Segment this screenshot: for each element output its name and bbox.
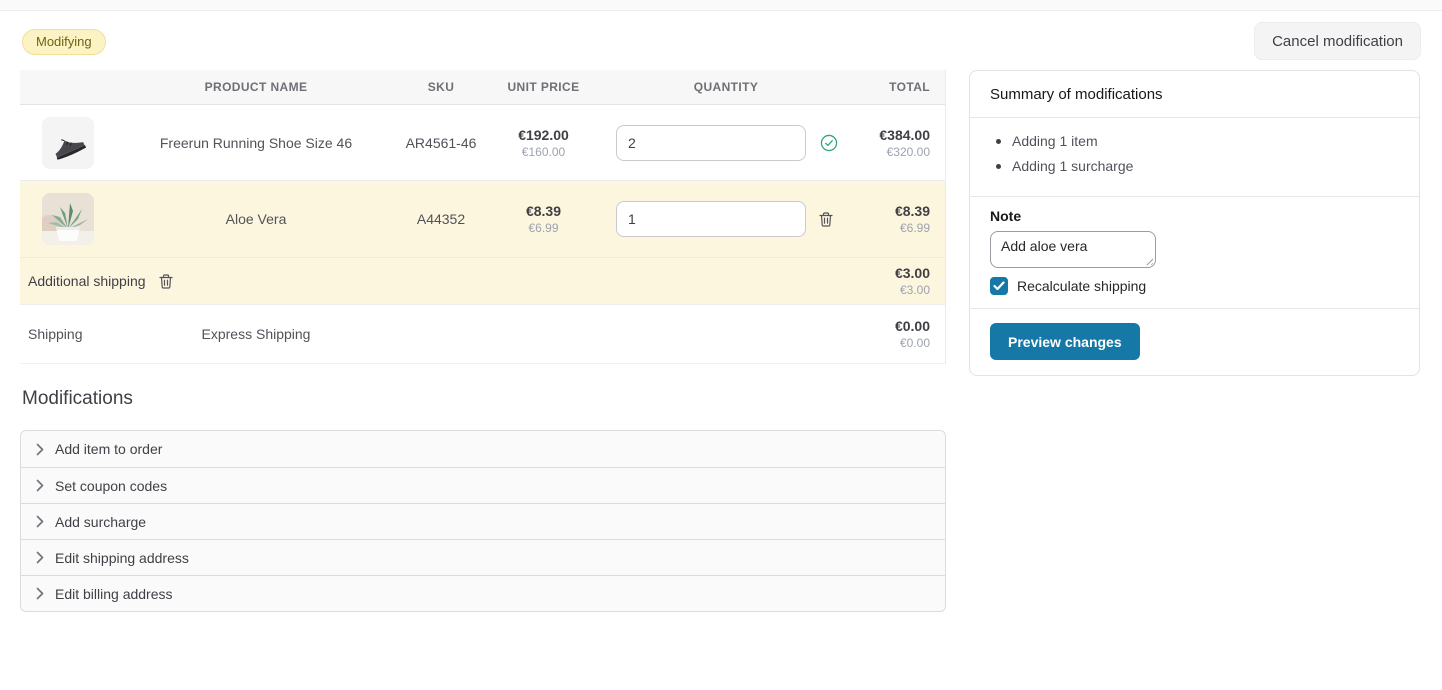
shipping-label: Shipping [20, 326, 116, 342]
status-badge: Modifying [22, 29, 106, 55]
summary-title: Summary of modifications [970, 71, 1419, 118]
accordion-edit-shipping-address[interactable]: Edit shipping address [21, 539, 945, 575]
surcharge-total-gross: €3.00 [895, 265, 930, 281]
surcharge-label: Additional shipping [28, 273, 146, 289]
table-header-row: PRODUCT NAME SKU UNIT PRICE QUANTITY TOT… [20, 70, 945, 105]
surcharge-total-net: €3.00 [900, 283, 930, 297]
summary-bullet: Adding 1 item [990, 133, 1399, 149]
accordion-label: Set coupon codes [55, 478, 167, 494]
shipping-total-net: €0.00 [900, 336, 930, 350]
modifications-title: Modifications [22, 388, 133, 410]
product-sku: AR4561-46 [396, 135, 486, 151]
product-sku: A44352 [396, 211, 486, 227]
column-quantity: QUANTITY [601, 80, 851, 94]
recalculate-shipping-option[interactable]: Recalculate shipping [990, 277, 1399, 295]
chevron-right-icon [36, 551, 44, 564]
checkmark-icon [993, 281, 1005, 291]
delete-surcharge-button[interactable] [156, 271, 176, 292]
accordion-label: Add item to order [55, 441, 162, 457]
trash-icon [158, 273, 174, 290]
accordion-add-surcharge[interactable]: Add surcharge [21, 503, 945, 539]
accordion-label: Add surcharge [55, 514, 146, 530]
quantity-input[interactable] [616, 125, 806, 161]
note-textarea[interactable]: Add aloe vera [990, 231, 1156, 268]
unit-price-gross: €8.39 [486, 203, 601, 219]
accordion-coupon-codes[interactable]: Set coupon codes [21, 467, 945, 503]
recalculate-shipping-checkbox[interactable] [990, 277, 1008, 295]
shipping-total-gross: €0.00 [895, 318, 930, 334]
line-total-gross: €8.39 [895, 203, 930, 219]
quantity-input[interactable] [616, 201, 806, 237]
shipping-row: Shipping Express Shipping €0.00 €0.00 [20, 305, 945, 364]
product-image-aloe-vera [42, 193, 94, 245]
delete-item-button[interactable] [816, 209, 836, 230]
accordion-edit-billing-address[interactable]: Edit billing address [21, 575, 945, 611]
order-items-table: PRODUCT NAME SKU UNIT PRICE QUANTITY TOT… [20, 70, 946, 364]
summary-bullet-list: Adding 1 item Adding 1 surcharge [970, 118, 1419, 197]
chevron-right-icon [36, 443, 44, 456]
line-total-gross: €384.00 [879, 127, 930, 143]
note-label: Note [990, 208, 1399, 224]
line-total-net: €6.99 [900, 221, 930, 235]
chevron-right-icon [36, 515, 44, 528]
column-sku: SKU [396, 80, 486, 94]
table-row-highlighted: Aloe Vera A44352 €8.39 €6.99 €8.39 €6.99 [20, 181, 945, 258]
product-name: Aloe Vera [116, 211, 396, 227]
chevron-right-icon [36, 587, 44, 600]
trash-icon [818, 211, 834, 228]
product-name: Freerun Running Shoe Size 46 [116, 135, 396, 151]
accordion-add-item[interactable]: Add item to order [21, 431, 945, 467]
summary-card: Summary of modifications Adding 1 item A… [969, 70, 1420, 376]
shipping-method: Express Shipping [116, 326, 396, 342]
chevron-right-icon [36, 479, 44, 492]
unit-price-gross: €192.00 [486, 127, 601, 143]
unit-price-net: €6.99 [486, 221, 601, 235]
check-circle-icon [820, 134, 838, 152]
summary-bullet: Adding 1 surcharge [990, 158, 1399, 174]
accordion-label: Edit billing address [55, 586, 173, 602]
table-row: Freerun Running Shoe Size 46 AR4561-46 €… [20, 105, 945, 181]
column-unit-price: UNIT PRICE [486, 80, 601, 94]
recalculate-shipping-label: Recalculate shipping [1017, 278, 1146, 294]
product-image-running-shoe [42, 117, 94, 169]
cancel-modification-button[interactable]: Cancel modification [1254, 22, 1421, 60]
top-strip [0, 0, 1442, 11]
modifications-accordion: Add item to order Set coupon codes Add s… [20, 430, 946, 612]
accordion-label: Edit shipping address [55, 550, 189, 566]
unit-price-net: €160.00 [486, 145, 601, 159]
preview-changes-button[interactable]: Preview changes [990, 323, 1140, 360]
surcharge-row: Additional shipping €3.00 €3.00 [20, 258, 945, 305]
line-total-net: €320.00 [887, 145, 930, 159]
column-total: TOTAL [851, 80, 945, 94]
column-product-name: PRODUCT NAME [116, 80, 396, 94]
